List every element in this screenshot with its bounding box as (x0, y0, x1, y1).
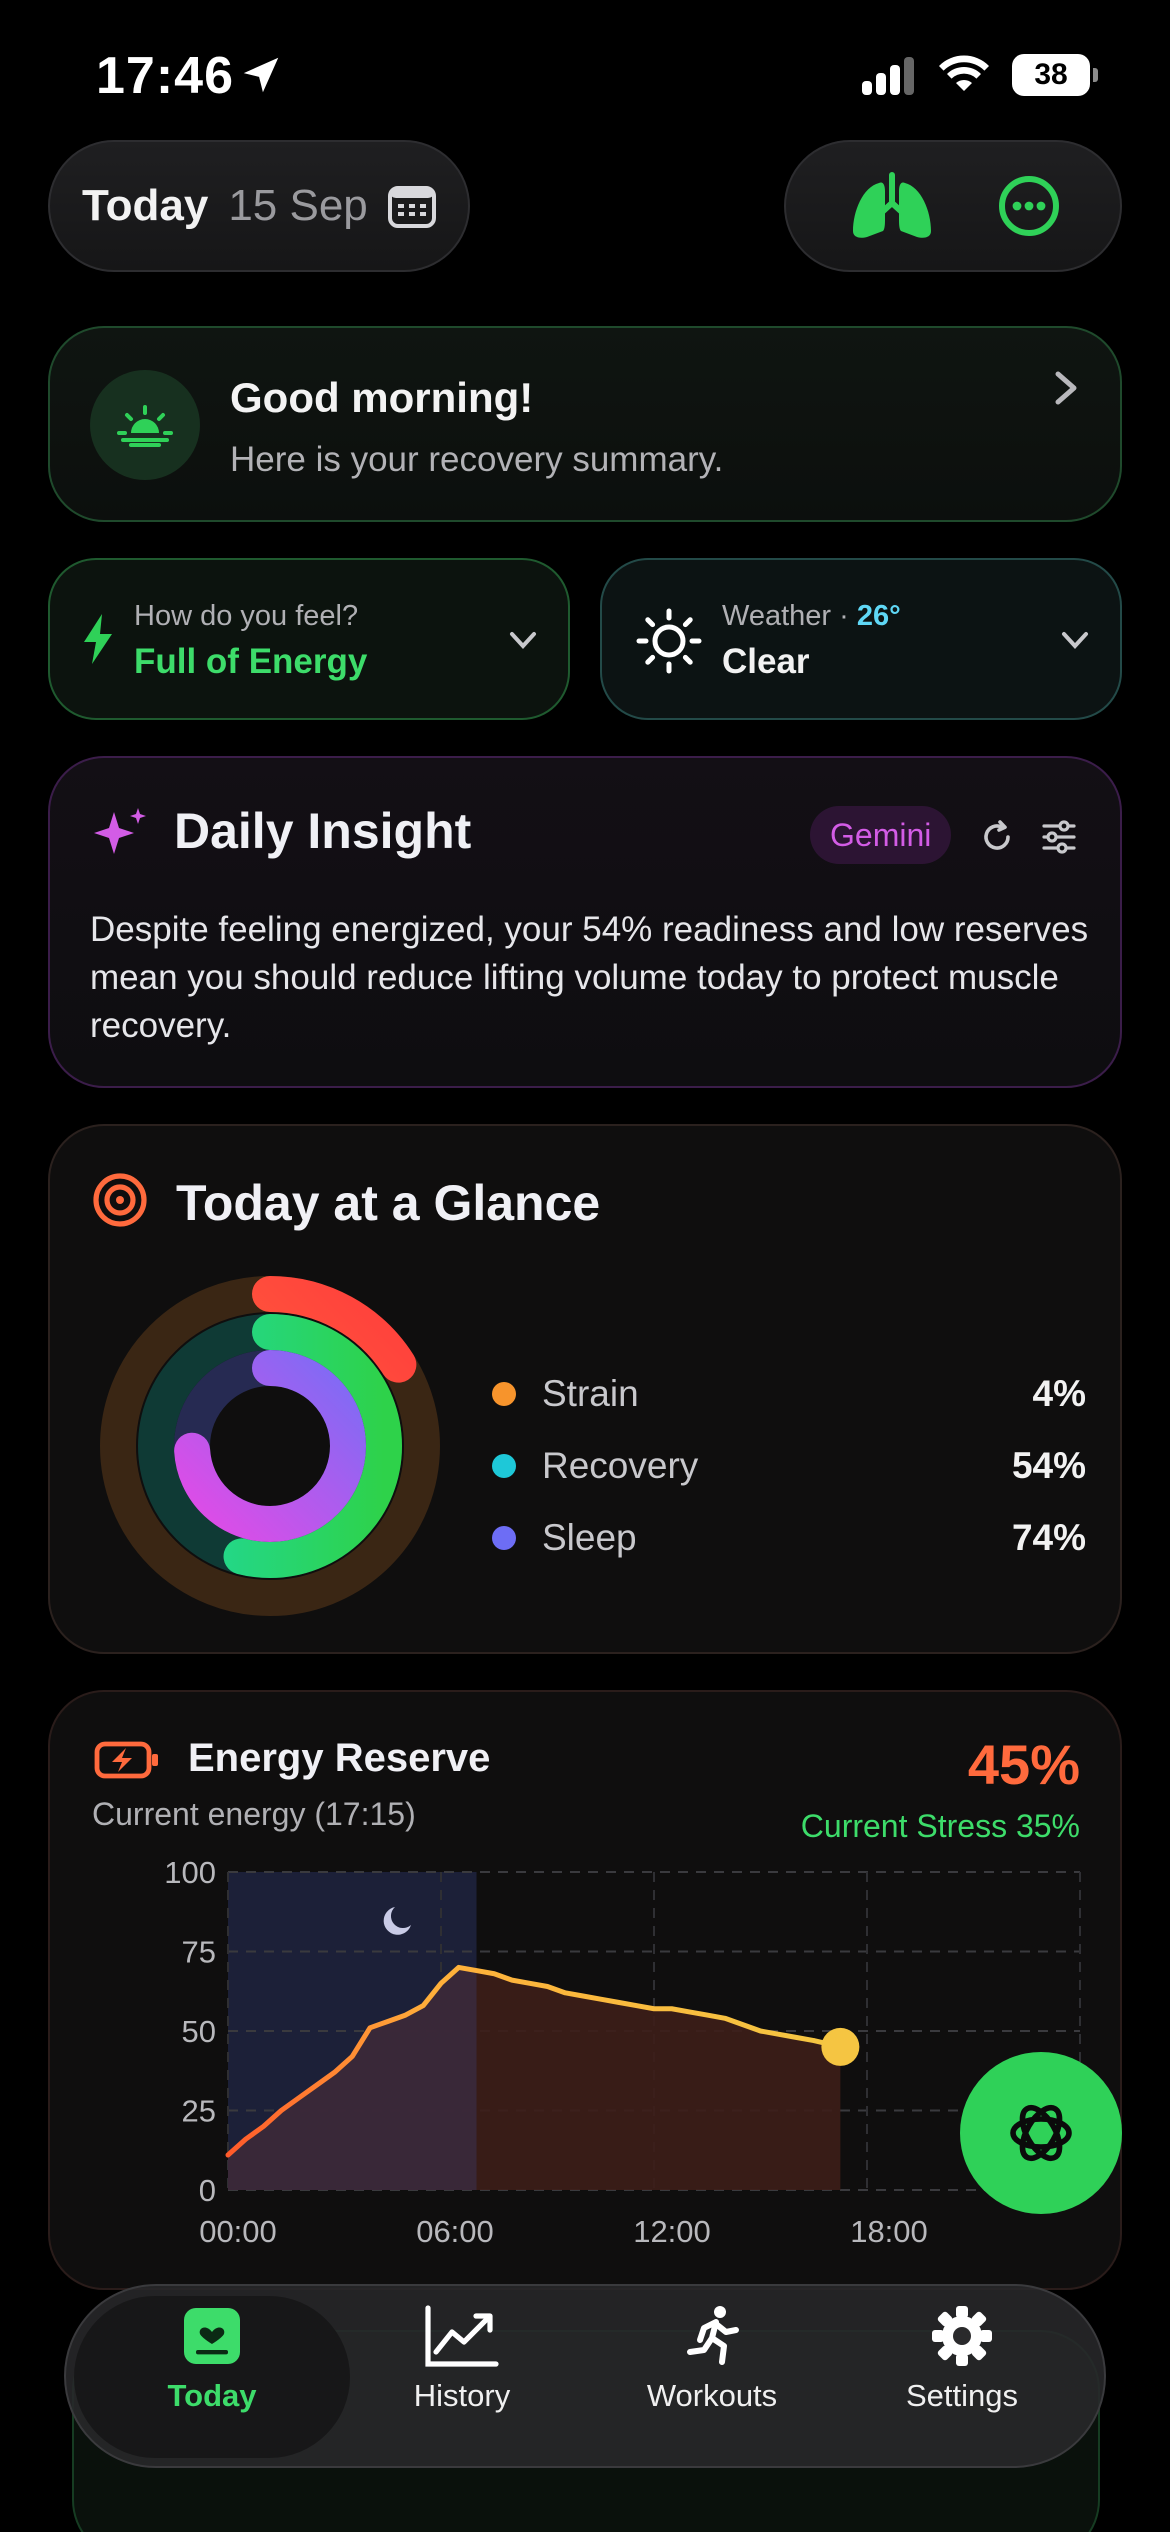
energy-chart: 100 75 50 25 0 00:00 06:00 12:00 18:00 (164, 1855, 1081, 2249)
status-bar: 17:46 38 (0, 0, 1170, 150)
wifi-icon (939, 55, 989, 91)
header-actions (784, 140, 1122, 272)
energy-subtitle: Current energy (17:15) (92, 1796, 416, 1832)
weather-selector[interactable]: Weather · 26° Clear (600, 558, 1122, 720)
y-tick-label: 25 (182, 2094, 216, 2129)
chevron-right-icon (1055, 371, 1077, 405)
more-options-icon[interactable] (998, 175, 1060, 237)
today-label: Today (82, 181, 209, 230)
activity-rings (100, 1276, 440, 1616)
calendar-icon (387, 186, 436, 228)
target-icon (93, 1173, 147, 1227)
daily-insight-card: Daily Insight Gemini Despite feeling ene… (48, 756, 1122, 1088)
sun-icon (636, 608, 702, 674)
y-tick-label: 50 (182, 2014, 216, 2049)
ai-assistant-button[interactable] (960, 2052, 1122, 2214)
recovery-label: Recovery (542, 1445, 699, 1486)
sunrise-icon (90, 370, 200, 480)
y-tick-label: 75 (182, 1935, 216, 1970)
sleep-label: Sleep (542, 1517, 637, 1558)
date-selector[interactable]: Today 15 Sep (48, 140, 470, 272)
running-icon (687, 2306, 739, 2365)
tab-today-label: Today (167, 2378, 257, 2413)
weather-condition: Clear (722, 642, 810, 681)
greeting-subtitle: Here is your recovery summary. (230, 440, 724, 479)
strain-label: Strain (542, 1373, 639, 1414)
y-tick-label: 100 (164, 1855, 216, 1890)
gear-icon (932, 2306, 992, 2366)
history-chart-icon (425, 2305, 499, 2367)
y-tick-label: 0 (199, 2173, 216, 2208)
current-date: 15 Sep (228, 181, 368, 230)
glance-title: Today at a Glance (176, 1175, 601, 1231)
location-arrow-icon (243, 57, 279, 93)
current-energy-point (821, 2027, 860, 2066)
status-time: 17:46 (96, 47, 234, 105)
strain-dot (492, 1382, 516, 1406)
feel-label: How do you feel? (134, 600, 359, 632)
gemini-badge[interactable]: Gemini (810, 806, 952, 864)
chevron-down-icon (510, 632, 536, 649)
energy-percent: 45% (967, 1733, 1080, 1796)
tab-settings-label: Settings (905, 2378, 1018, 2413)
glance-card: Today at a Glance Strain 4% Recovery 54%… (48, 1124, 1122, 1654)
battery-indicator: 38 (1012, 54, 1098, 96)
greeting-card[interactable]: Good morning! Here is your recovery summ… (48, 326, 1122, 522)
feel-value: Full of Energy (134, 642, 368, 681)
tab-settings[interactable]: Settings (847, 2304, 1077, 2454)
legend-strain: Strain 4% (492, 1364, 1086, 1424)
recovery-value: 54% (1011, 1445, 1086, 1486)
x-tick-label: 06:00 (416, 2214, 494, 2249)
tab-history[interactable]: History (347, 2304, 577, 2454)
sparkles-icon (94, 808, 146, 854)
sliders-icon[interactable] (1040, 818, 1078, 856)
x-tick-label: 00:00 (199, 2214, 277, 2249)
tab-workouts-label: Workouts (646, 2378, 778, 2413)
insight-title: Daily Insight (174, 803, 472, 859)
refresh-icon[interactable] (978, 818, 1016, 856)
sleep-dot (492, 1526, 516, 1550)
x-tick-label: 12:00 (633, 2214, 711, 2249)
greeting-title: Good morning! (230, 374, 534, 421)
ai-flower-icon (1010, 2104, 1072, 2162)
recovery-dot (492, 1454, 516, 1478)
current-stress: Current Stress 35% (800, 1808, 1080, 1844)
tab-today[interactable]: Today (97, 2304, 327, 2454)
tab-workouts[interactable]: Workouts (597, 2304, 827, 2454)
chevron-down-icon (1062, 632, 1088, 649)
lungs-icon[interactable] (847, 171, 937, 241)
weather-temperature: 26° (856, 600, 901, 632)
legend-recovery: Recovery 54% (492, 1436, 1086, 1496)
insight-text: Despite feeling energized, your 54% read… (90, 910, 1089, 1045)
tab-bar: Today History Workouts Settings (64, 2284, 1106, 2468)
tab-history-label: History (413, 2378, 511, 2413)
battery-charging-icon (94, 1741, 158, 1779)
energy-title: Energy Reserve (188, 1736, 491, 1780)
cellular-signal-icon (862, 57, 914, 95)
energy-reserve-card[interactable]: Energy Reserve Current energy (17:15) 45… (48, 1690, 1122, 2290)
strain-value: 4% (1032, 1373, 1086, 1414)
x-tick-label: 18:00 (850, 2214, 928, 2249)
weather-separator: · (839, 600, 849, 632)
lightning-icon (84, 614, 112, 664)
today-icon (184, 2308, 240, 2364)
weather-label: Weather · 26° (722, 600, 901, 633)
feel-selector[interactable]: How do you feel? Full of Energy (48, 558, 570, 720)
sleep-value: 74% (1011, 1517, 1086, 1558)
legend-sleep: Sleep 74% (492, 1508, 1086, 1568)
weather-label-text: Weather (722, 600, 832, 632)
